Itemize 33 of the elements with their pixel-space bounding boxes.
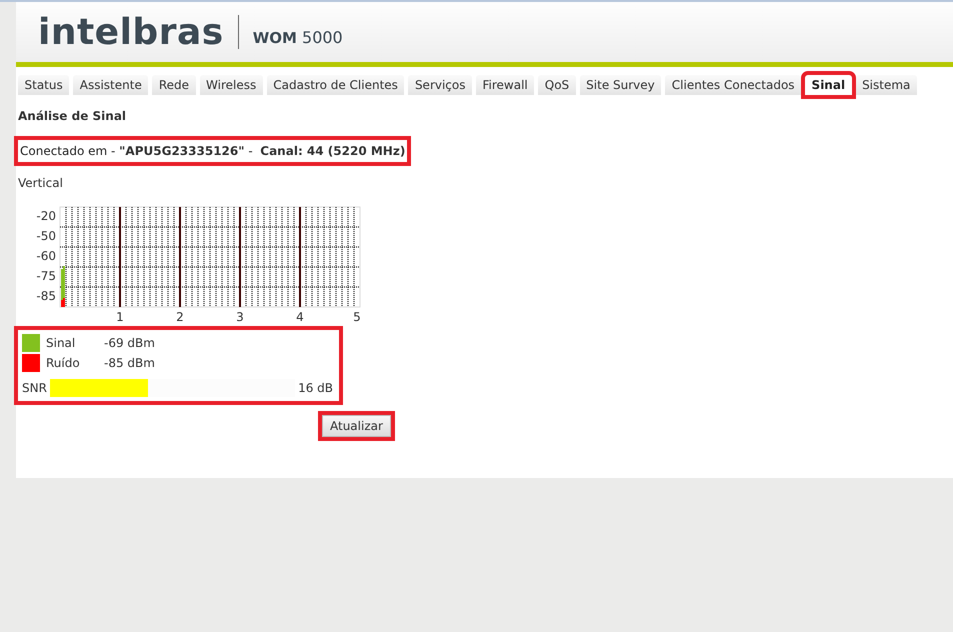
nav-tab[interactable]: Wireless [200,75,263,95]
nav-tab[interactable]: Firewall [476,75,534,95]
noise-trace [61,298,65,307]
axis-label: 2 [176,310,184,324]
legend-label: Sinal [46,336,76,350]
nav-tab[interactable]: Cadastro de Clientes [266,75,404,95]
axis-label: -85 [36,289,56,303]
axis-label: 5 [353,310,361,324]
axis-label: 1 [116,310,124,324]
nav-tab[interactable]: Sistema [856,75,917,95]
axis-label: -50 [36,229,56,243]
nav-tab[interactable]: Rede [152,75,196,95]
section-title: Análise de Sinal [18,109,126,123]
antenna-label: Vertical [18,176,63,190]
model-name: WOM 5000 [252,28,343,46]
axis-label: 3 [236,310,244,324]
snr-reading: 16 dB [298,381,333,395]
nav-tab[interactable]: Serviços [408,75,472,95]
legend-value: -85 dBm [104,356,155,370]
legend-label: Ruído [46,356,81,370]
axis-label: -75 [36,269,56,283]
axis-label: -60 [36,249,56,263]
brand-logo: intelbras [38,12,224,52]
nav-tab[interactable]: Assistente [73,75,148,95]
snr-label: SNR [22,381,47,395]
nav-tab[interactable]: Site Survey [580,75,662,95]
axis-label: 4 [296,310,304,324]
legend-value: -69 dBm [104,336,155,350]
nav-tab[interactable]: Sinal [805,75,852,95]
nav-tab[interactable]: Clientes Conectados [665,75,802,95]
nav-tab[interactable]: Status [18,75,70,95]
axis-label: -20 [36,209,56,223]
nav-tab[interactable]: QoS [538,75,576,95]
